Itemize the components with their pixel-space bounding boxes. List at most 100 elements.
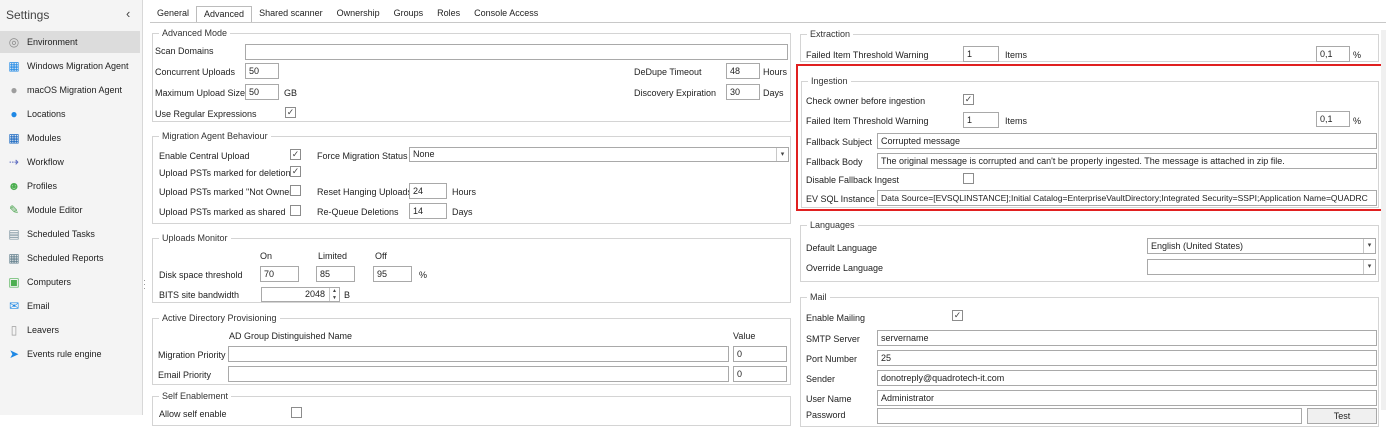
requeue-input[interactable]: 14 xyxy=(409,203,447,219)
tab-groups[interactable]: Groups xyxy=(387,6,431,23)
group-title: Advanced Mode xyxy=(159,28,231,38)
reset-hanging-input[interactable]: 24 xyxy=(409,183,447,199)
use-regex-checkbox[interactable]: ✓ xyxy=(285,107,296,118)
allow-self-enable-checkbox[interactable] xyxy=(291,407,302,418)
dedupe-input[interactable]: 48 xyxy=(726,63,760,79)
tab-general[interactable]: General xyxy=(150,6,196,23)
max-upload-input[interactable]: 50 xyxy=(245,84,279,100)
sidebar-item-label: Environment xyxy=(27,37,78,47)
default-language-select[interactable]: English (United States) ▾ xyxy=(1147,238,1376,254)
sidebar-item-scheduled-tasks[interactable]: ▤ Scheduled Tasks xyxy=(0,223,140,245)
bits-stepper[interactable]: 2048 ▲ ▼ xyxy=(261,287,340,302)
splitter-handle[interactable]: · · · xyxy=(143,276,147,293)
sidebar-item-leavers[interactable]: ▯ Leavers xyxy=(0,319,140,341)
upload-deletion-checkbox[interactable]: ✓ xyxy=(290,166,301,177)
tab-roles[interactable]: Roles xyxy=(430,6,467,23)
force-migration-select[interactable]: None ▾ xyxy=(409,147,789,162)
user-name-input[interactable]: Administrator xyxy=(877,390,1377,406)
col-limited: Limited xyxy=(318,251,348,261)
discovery-label: Discovery Expiration xyxy=(634,88,717,98)
email-priority-value-input[interactable]: 0 xyxy=(733,366,787,382)
default-language-value: English (United States) xyxy=(1151,241,1244,251)
tab-console-access[interactable]: Console Access xyxy=(467,6,545,23)
sidebar-item-locations[interactable]: ● Locations xyxy=(0,103,140,125)
port-number-input[interactable]: 25 xyxy=(877,350,1377,366)
discovery-input[interactable]: 30 xyxy=(726,84,760,100)
enable-central-checkbox[interactable]: ✓ xyxy=(290,149,301,160)
tab-advanced[interactable]: Advanced xyxy=(196,6,253,23)
sidebar-title: Settings xyxy=(6,8,50,22)
tab-shared-scanner[interactable]: Shared scanner xyxy=(252,6,330,23)
default-language-label: Default Language xyxy=(806,243,878,253)
group-title: Migration Agent Behaviour xyxy=(159,131,271,141)
scan-domains-label: Scan Domains xyxy=(155,46,214,56)
sidebar-item-macos-migration-agent[interactable]: ● macOS Migration Agent xyxy=(0,79,140,101)
migration-priority-value-input[interactable]: 0 xyxy=(733,346,787,362)
col-on: On xyxy=(260,251,273,261)
upload-not-owner-checkbox[interactable] xyxy=(290,185,301,196)
smtp-server-input[interactable]: servername xyxy=(877,330,1377,346)
scan-domains-input[interactable] xyxy=(245,44,788,60)
sidebar-item-profiles[interactable]: ☻ Profiles xyxy=(0,175,140,197)
upload-shared-label: Upload PSTs marked as shared xyxy=(159,207,286,217)
upload-deletion-label: Upload PSTs marked for deletion xyxy=(159,168,291,178)
concurrent-uploads-label: Concurrent Uploads xyxy=(155,67,236,77)
max-upload-unit: GB xyxy=(284,88,298,98)
sidebar-item-email[interactable]: ✉ Email xyxy=(0,295,140,317)
group-title: Languages xyxy=(807,220,858,230)
disk-limited-input[interactable]: 85 xyxy=(316,266,355,282)
email-priority-dn-input[interactable] xyxy=(228,366,729,382)
sidebar-item-label: Email xyxy=(27,301,50,311)
sidebar-item-label: Scheduled Reports xyxy=(27,253,104,263)
email-priority-label: Email Priority xyxy=(158,370,212,380)
upload-shared-checkbox[interactable] xyxy=(290,205,301,216)
events-icon: ➤ xyxy=(8,347,20,361)
sidebar-item-events-rule-engine[interactable]: ➤ Events rule engine xyxy=(0,343,140,365)
force-migration-value: None xyxy=(413,149,435,159)
tab-ownership[interactable]: Ownership xyxy=(330,6,387,23)
extraction-percent-input[interactable]: 0,1 xyxy=(1316,46,1350,62)
extraction-percent-unit: % xyxy=(1353,50,1362,60)
smtp-server-label: SMTP Server xyxy=(806,334,860,344)
profiles-icon: ☻ xyxy=(7,179,21,193)
test-button[interactable]: Test xyxy=(1307,408,1377,424)
sender-input[interactable]: donotreply@quadrotech-it.com xyxy=(877,370,1377,386)
sidebar-item-computers[interactable]: ▣ Computers xyxy=(0,271,140,293)
port-number-label: Port Number xyxy=(806,354,858,364)
col-value: Value xyxy=(733,331,756,341)
requeue-label: Re-Queue Deletions xyxy=(317,207,399,217)
calendar-icon: ▦ xyxy=(8,251,20,265)
sidebar-item-label: Windows Migration Agent xyxy=(27,61,129,71)
disk-off-input[interactable]: 95 xyxy=(373,266,412,282)
sidebar-item-label: Locations xyxy=(27,109,66,119)
sidebar-item-windows-migration-agent[interactable]: ▦ Windows Migration Agent xyxy=(0,55,140,77)
apple-icon: ● xyxy=(10,83,18,97)
spin-arrows-icon[interactable]: ▲ ▼ xyxy=(329,288,339,301)
email-icon: ✉ xyxy=(8,299,20,313)
sidebar-item-modules[interactable]: ▦ Modules xyxy=(0,127,140,149)
sidebar-item-label: Scheduled Tasks xyxy=(27,229,95,239)
override-language-select[interactable]: ▾ xyxy=(1147,259,1376,275)
sidebar-item-label: Profiles xyxy=(27,181,58,191)
tab-divider xyxy=(150,22,1386,23)
enable-mailing-checkbox[interactable]: ✓ xyxy=(952,310,963,321)
extraction-threshold-input[interactable]: 1 xyxy=(963,46,999,62)
scrollbar[interactable] xyxy=(1381,30,1386,410)
sidebar-item-module-editor[interactable]: ✎ Module Editor xyxy=(0,199,140,221)
group-title: Self Enablement xyxy=(159,391,232,401)
chevron-left-icon[interactable]: ‹ xyxy=(126,6,130,21)
sidebar-item-workflow[interactable]: ⇢ Workflow xyxy=(0,151,140,173)
migration-priority-dn-input[interactable] xyxy=(228,346,729,362)
concurrent-uploads-input[interactable]: 50 xyxy=(245,63,279,79)
bits-label: BITS site bandwidth xyxy=(159,290,240,300)
upload-not-owner-label: Upload PSTs marked "Not Owner" xyxy=(159,187,296,197)
password-input[interactable] xyxy=(877,408,1302,424)
disk-on-input[interactable]: 70 xyxy=(260,266,299,282)
sidebar-item-label: macOS Migration Agent xyxy=(27,85,123,95)
sender-label: Sender xyxy=(806,374,836,384)
sidebar-item-environment[interactable]: ◎ Environment xyxy=(0,31,140,53)
reset-hanging-label: Reset Hanging Uploads xyxy=(317,187,413,197)
sidebar-item-scheduled-reports[interactable]: ▦ Scheduled Reports xyxy=(0,247,140,269)
col-off: Off xyxy=(375,251,387,261)
disk-unit: % xyxy=(419,270,428,280)
